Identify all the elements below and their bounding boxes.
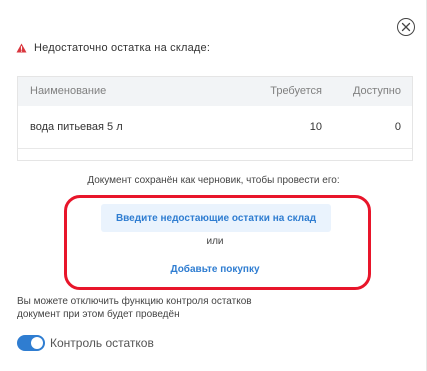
or-separator: или xyxy=(206,236,224,247)
info-line: Вы можете отключить функцию контроля ост… xyxy=(17,296,252,307)
column-header-name: Наименование xyxy=(30,85,107,97)
cell-name: вода питьевая 5 л xyxy=(30,121,123,133)
stock-dialog: Недостаточно остатка на складе: Наименов… xyxy=(0,0,427,371)
column-header-required: Требуется xyxy=(270,85,322,97)
close-button[interactable] xyxy=(397,18,415,36)
warning-message: Недостаточно остатка на складе: xyxy=(16,41,210,55)
info-line: документ при этом будет проведён xyxy=(17,309,180,320)
warning-triangle-icon xyxy=(16,43,27,53)
table-header: Наименование Требуется Доступно xyxy=(18,77,412,106)
warning-text: Недостаточно остатка на складе: xyxy=(34,42,211,54)
toggle-label: Контроль остатков xyxy=(50,336,154,350)
cell-available: 0 xyxy=(394,121,401,133)
stock-control-toggle[interactable] xyxy=(17,335,45,351)
add-purchase-link[interactable]: Добавьте покупку xyxy=(151,261,279,277)
table-footer xyxy=(18,148,412,160)
info-text: Вы можете отключить функцию контроля ост… xyxy=(17,295,317,321)
stock-control-toggle-row: Контроль остатков xyxy=(17,335,154,351)
toggle-knob xyxy=(31,337,43,349)
close-icon xyxy=(401,22,411,32)
enter-stock-button[interactable]: Введите недостающие остатки на склад xyxy=(101,204,331,232)
draft-note: Документ сохранён как черновик, чтобы пр… xyxy=(87,175,340,186)
table-row: вода питьевая 5 л 10 0 xyxy=(18,106,412,148)
column-header-available: Доступно xyxy=(352,85,401,97)
stock-table: Наименование Требуется Доступно вода пит… xyxy=(17,76,413,161)
cell-required: 10 xyxy=(309,121,322,133)
